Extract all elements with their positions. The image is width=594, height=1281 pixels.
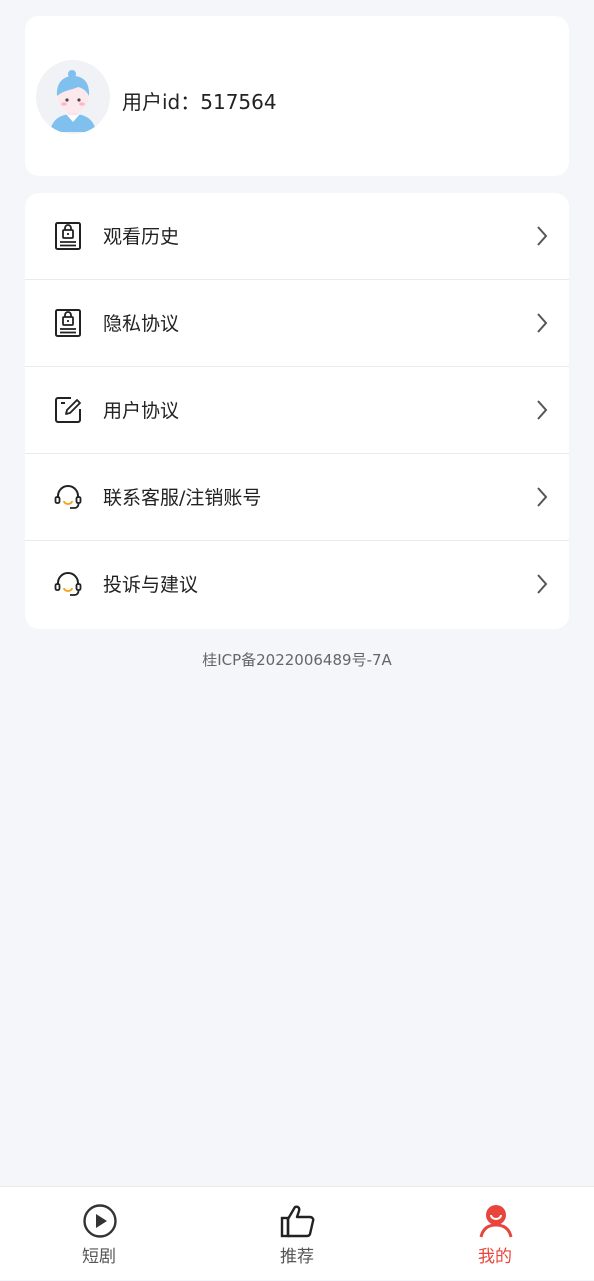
lock-document-icon bbox=[53, 221, 83, 251]
menu-item-label: 观看历史 bbox=[103, 226, 180, 248]
menu-item-complaints-suggestions[interactable]: 投诉与建议 bbox=[25, 541, 569, 628]
tab-label: 短剧 bbox=[82, 1247, 116, 1267]
bottom-nav: 短剧 推荐 我的 bbox=[0, 1186, 594, 1280]
thumbs-up-icon bbox=[280, 1203, 316, 1239]
edit-document-icon bbox=[53, 395, 83, 425]
chevron-right-icon bbox=[535, 312, 549, 334]
chevron-right-icon bbox=[535, 573, 549, 595]
icp-license-text: 桂ICP备2022006489号-7A bbox=[202, 651, 392, 669]
menu-item-label: 投诉与建议 bbox=[103, 574, 199, 596]
menu-item-label: 联系客服/注销账号 bbox=[103, 487, 262, 509]
headset-icon bbox=[53, 569, 83, 599]
tab-label: 推荐 bbox=[280, 1247, 314, 1267]
chevron-right-icon bbox=[535, 486, 549, 508]
menu-item-user-agreement[interactable]: 用户协议 bbox=[25, 367, 569, 454]
chevron-right-icon bbox=[535, 225, 549, 247]
menu-list: 观看历史 隐私协议 用户协议 联系客服/注销账号 投诉与建议 bbox=[25, 193, 569, 629]
headset-icon bbox=[53, 482, 83, 512]
lock-document-icon bbox=[53, 308, 83, 338]
tab-label: 我的 bbox=[478, 1247, 512, 1267]
tab-recommend[interactable]: 推荐 bbox=[198, 1187, 396, 1281]
menu-item-label: 用户协议 bbox=[103, 400, 180, 422]
avatar-image bbox=[36, 60, 110, 134]
tab-short-drama[interactable]: 短剧 bbox=[0, 1187, 198, 1281]
menu-item-label: 隐私协议 bbox=[103, 313, 180, 335]
avatar[interactable] bbox=[36, 60, 110, 134]
tab-mine[interactable]: 我的 bbox=[396, 1187, 594, 1281]
menu-item-watch-history[interactable]: 观看历史 bbox=[25, 193, 569, 280]
profile-card: 用户id：517564 bbox=[25, 16, 569, 176]
chevron-right-icon bbox=[535, 399, 549, 421]
menu-item-privacy-policy[interactable]: 隐私协议 bbox=[25, 280, 569, 367]
menu-item-customer-service[interactable]: 联系客服/注销账号 bbox=[25, 454, 569, 541]
play-circle-icon bbox=[82, 1203, 118, 1239]
user-id-label: 用户id：517564 bbox=[122, 90, 277, 114]
profile-icon bbox=[478, 1203, 514, 1239]
